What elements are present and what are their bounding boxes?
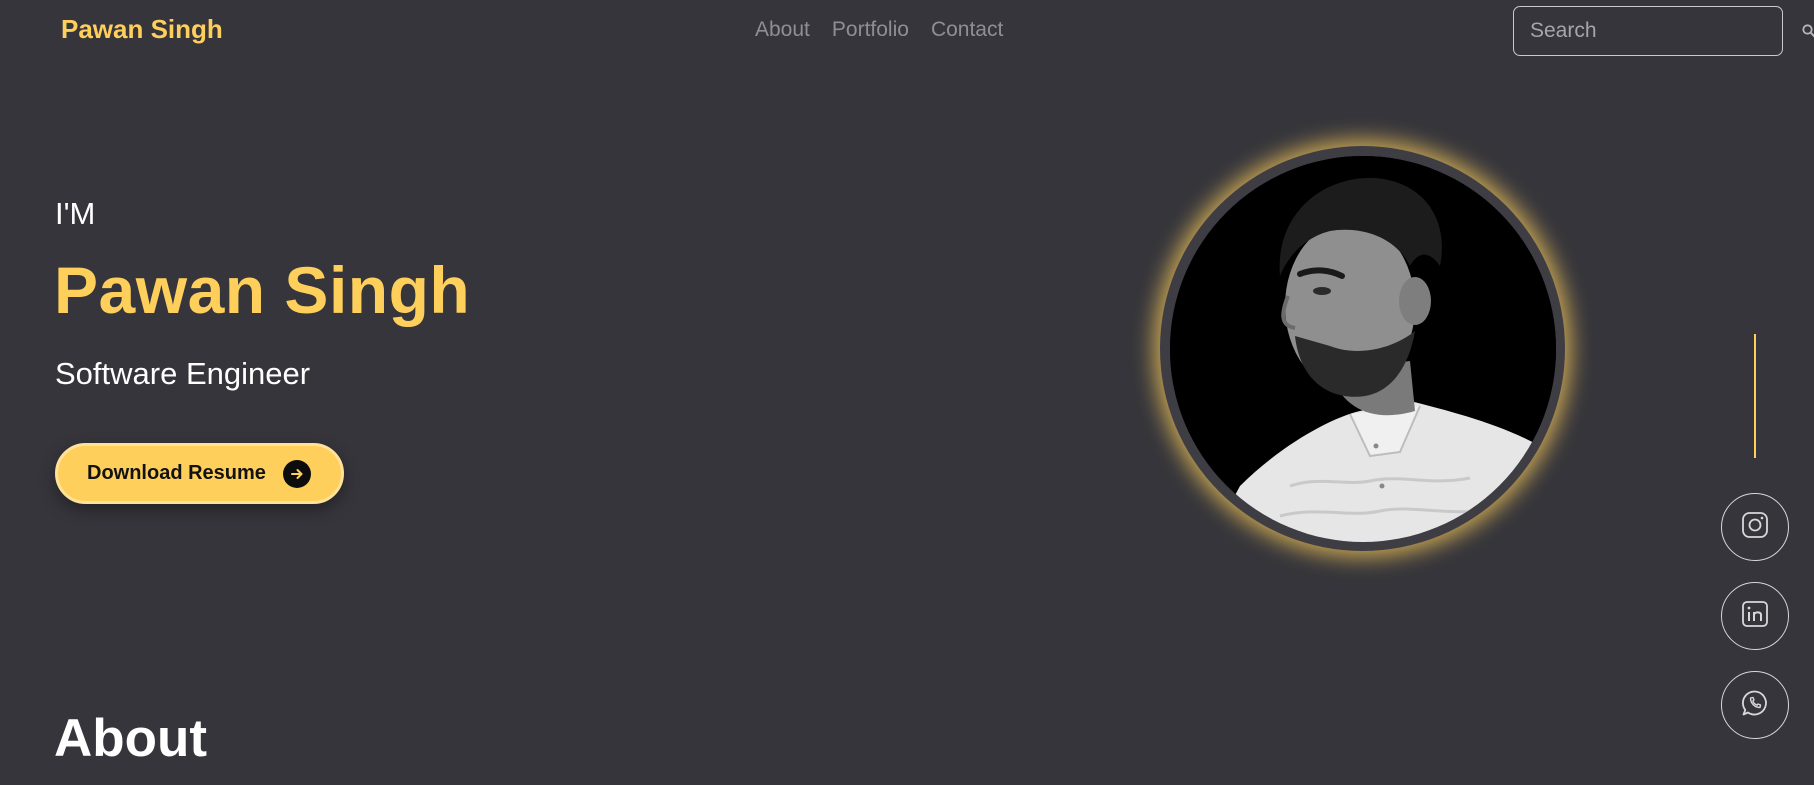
linkedin-link[interactable] — [1721, 582, 1789, 650]
arrow-right-circle-icon — [282, 459, 311, 488]
whatsapp-icon — [1740, 688, 1770, 723]
search-input[interactable] — [1530, 19, 1801, 43]
download-resume-button[interactable]: Download Resume — [55, 443, 344, 504]
search-box — [1513, 6, 1814, 56]
brand-logo[interactable]: Pawan Singh — [61, 14, 223, 45]
download-resume-label: Download Resume — [87, 462, 266, 484]
nav-link-portfolio[interactable]: Portfolio — [832, 18, 909, 42]
profile-photo — [1169, 155, 1556, 542]
nav-link-contact[interactable]: Contact — [931, 18, 1003, 42]
nav-link-about[interactable]: About — [755, 18, 810, 42]
hero-role: Software Engineer — [55, 356, 311, 391]
linkedin-icon — [1740, 599, 1770, 634]
side-accent-line — [1754, 334, 1756, 458]
whatsapp-link[interactable] — [1721, 671, 1789, 739]
hero-intro: I'M — [55, 196, 96, 231]
main-nav: About Portfolio Contact — [755, 18, 1003, 42]
profile-photo-frame — [1160, 146, 1565, 551]
instagram-link[interactable] — [1721, 493, 1789, 561]
about-section-heading: About — [54, 709, 208, 768]
search-icon[interactable] — [1801, 21, 1814, 41]
instagram-icon — [1740, 510, 1770, 545]
page: Pawan Singh About Portfolio Contact I'M … — [0, 0, 1814, 785]
hero-name: Pawan Singh — [54, 253, 471, 327]
